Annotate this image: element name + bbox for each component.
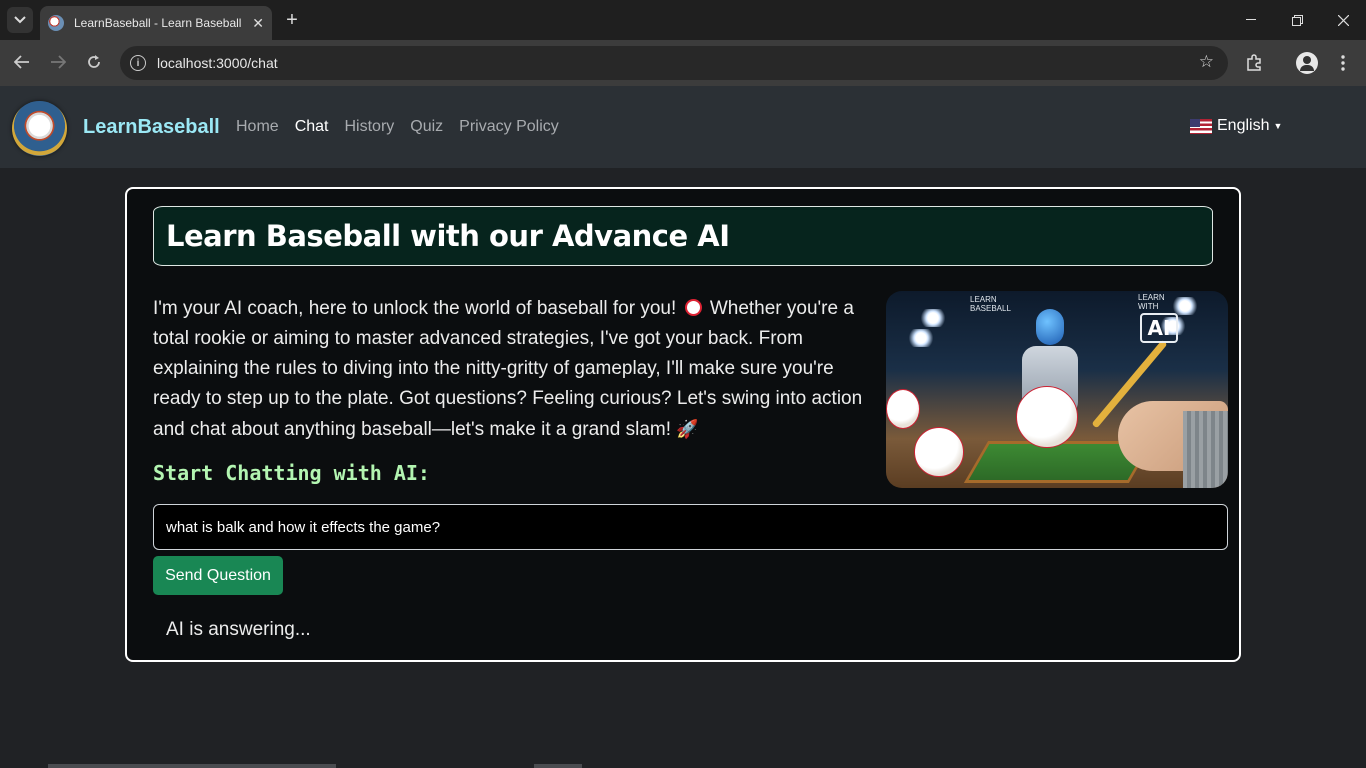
- horizontal-scrollbar[interactable]: [48, 764, 336, 768]
- horizontal-scrollbar-thumb[interactable]: [534, 764, 582, 768]
- image-learn-with-text: LEARN WITH: [1138, 293, 1165, 311]
- star-icon[interactable]: ☆: [1199, 52, 1214, 72]
- tab-title: LearnBaseball - Learn Baseball: [74, 16, 242, 30]
- ai-coach-illustration: AI LEARN BASEBALL LEARN WITH: [886, 291, 1228, 488]
- reload-icon[interactable]: [80, 48, 108, 76]
- intro-part1: I'm your AI coach, here to unlock the wo…: [153, 298, 677, 319]
- question-input[interactable]: [153, 504, 1228, 550]
- nav-history[interactable]: History: [344, 118, 394, 136]
- url-text[interactable]: localhost:3000/chat: [157, 55, 278, 71]
- address-bar[interactable]: i localhost:3000/chat ☆: [120, 46, 1228, 80]
- baseball-emoji-icon: [684, 299, 702, 316]
- minimize-icon[interactable]: [1228, 0, 1274, 40]
- plus-icon[interactable]: +: [282, 8, 302, 32]
- tab-search-icon[interactable]: [7, 7, 33, 33]
- window-controls: [1228, 0, 1366, 40]
- intro-part2: Whether you're a total rookie or aiming …: [153, 298, 863, 440]
- language-dropdown[interactable]: English ▼: [1190, 117, 1282, 135]
- headline-banner: Learn Baseball with our Advance AI: [153, 206, 1213, 266]
- profile-icon[interactable]: [1294, 50, 1320, 76]
- chat-heading: Start Chatting with AI:: [153, 461, 430, 485]
- rocket-emoji-icon: 🚀: [676, 419, 699, 439]
- favicon-icon: [48, 15, 64, 31]
- extensions-icon[interactable]: [1241, 50, 1267, 76]
- ai-status-text: AI is answering...: [166, 619, 311, 640]
- image-ai-text: AI: [1140, 313, 1178, 343]
- us-flag-icon: [1190, 118, 1212, 134]
- page-title: Learn Baseball with our Advance AI: [166, 219, 730, 253]
- site-navbar: LearnBaseball Home Chat History Quiz Pri…: [0, 86, 1366, 168]
- intro-text: I'm your AI coach, here to unlock the wo…: [153, 294, 868, 445]
- caret-down-icon: ▼: [1273, 121, 1283, 131]
- send-question-button[interactable]: Send Question: [153, 556, 283, 595]
- chat-card: Learn Baseball with our Advance AI I'm y…: [125, 187, 1241, 662]
- info-icon[interactable]: i: [130, 55, 146, 71]
- restore-icon[interactable]: [1274, 0, 1320, 40]
- nav-quiz[interactable]: Quiz: [410, 118, 443, 136]
- brand-link[interactable]: LearnBaseball: [83, 116, 220, 139]
- window-close-icon[interactable]: [1320, 0, 1366, 40]
- browser-toolbar: i localhost:3000/chat ☆: [0, 40, 1366, 86]
- nav-links: Home Chat History Quiz Privacy Policy: [236, 118, 559, 136]
- nav-home[interactable]: Home: [236, 118, 279, 136]
- close-icon[interactable]: ✕: [252, 15, 264, 32]
- baseball-logo-icon[interactable]: [12, 101, 67, 156]
- menu-icon[interactable]: [1330, 50, 1356, 76]
- back-icon[interactable]: [8, 48, 36, 76]
- language-label: English: [1217, 117, 1270, 134]
- browser-tab[interactable]: LearnBaseball - Learn Baseball ✕: [40, 6, 272, 40]
- nav-privacy-policy[interactable]: Privacy Policy: [459, 118, 559, 136]
- browser-tabstrip: LearnBaseball - Learn Baseball ✕ +: [0, 0, 1366, 40]
- image-learn-baseball-text: LEARN BASEBALL: [970, 295, 1011, 313]
- forward-icon[interactable]: [44, 48, 72, 76]
- nav-chat[interactable]: Chat: [295, 118, 329, 136]
